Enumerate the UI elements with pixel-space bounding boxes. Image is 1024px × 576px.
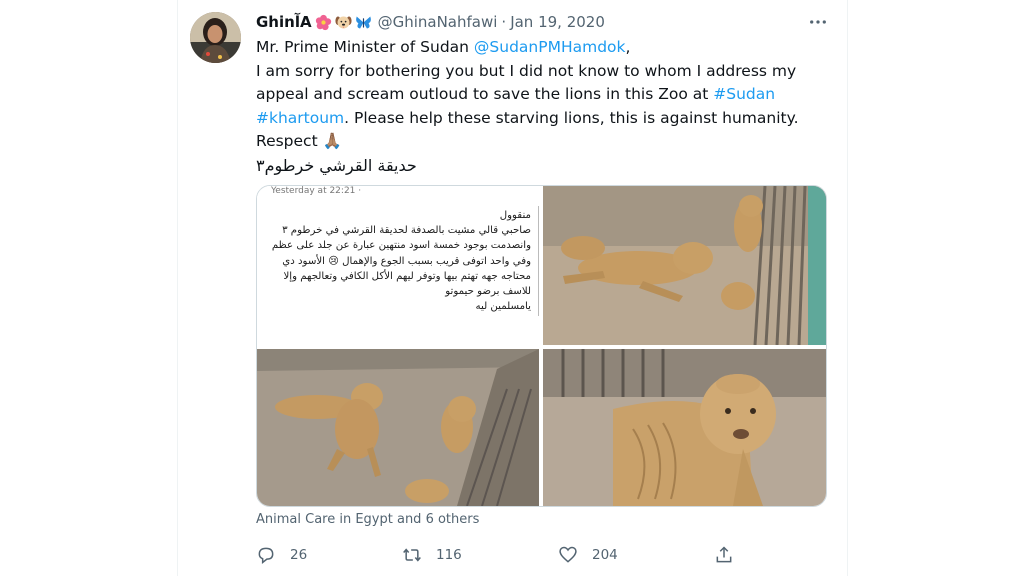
reply-icon [258, 547, 274, 565]
tweet-line-arabic: حديقة القرشي خرطوم٣ [256, 155, 417, 175]
post-line: وفي واحد اتوفى قريب بسبب الجوع والإهمال … [282, 255, 531, 267]
post-screenshot: Yesterday at 22:21 · منقوول صاحبي قالي م… [257, 186, 539, 345]
post-line: وانصدمت بوجود خمسة اسود منتهين عبارة عن … [271, 240, 531, 252]
like-button[interactable]: 204 [558, 540, 618, 570]
dog-face-icon [335, 14, 352, 31]
hashtag-sudan-link[interactable]: #Sudan [713, 85, 775, 103]
tweet-text-span: . Please help these starving lions, this… [344, 108, 799, 127]
hibiscus-icon [315, 14, 332, 31]
more-options-icon[interactable] [807, 12, 829, 32]
tweet-header: GhinآA @GhinaNahfawi · Jan 19, 2020 [256, 11, 605, 33]
media-grid: Yesterday at 22:21 · منقوول صاحبي قالي م… [256, 185, 827, 507]
post-line: محتاجه جهه تهتم بيها وتوفر ليهم الأكل ال… [283, 270, 531, 282]
tweet-line-5: Respect 🙏🏽 [256, 132, 342, 150]
author-name[interactable]: GhinآA [256, 13, 312, 31]
media-image-post-screenshot[interactable]: Yesterday at 22:21 · منقوول صاحبي قالي م… [257, 186, 539, 345]
media-tags-caption[interactable]: Animal Care in Egypt and 6 others [256, 512, 479, 527]
post-line: صاحبي قالي مشيت بالصدفة لحديقة القرشي في… [282, 225, 531, 237]
media-image-lion-closeup[interactable] [543, 349, 826, 506]
media-image-lions-lying[interactable] [543, 186, 826, 345]
post-text: منقوول صاحبي قالي مشيت بالصدفة لحديقة ال… [263, 208, 531, 314]
reply-button[interactable]: 26 [256, 540, 307, 570]
hashtag-khartoum-link[interactable]: #khartoum [256, 109, 344, 127]
heart-icon [559, 546, 577, 563]
mention-link[interactable]: @SudanPMHamdok [474, 38, 626, 56]
separator-dot: · [501, 13, 507, 31]
retweet-button[interactable]: 116 [402, 540, 462, 570]
retweet-icon [403, 548, 421, 562]
tweet-line-3: appeal and scream outloud to save the li… [256, 83, 816, 107]
post-line: يامسلمين ليه [475, 301, 531, 313]
post-line: منقوول [499, 210, 531, 221]
post-timestamp: Yesterday at 22:21 · [271, 186, 362, 196]
avatar[interactable] [190, 12, 241, 63]
tweet-text-span: Mr. Prime Minister of Sudan [256, 38, 474, 56]
retweet-count: 116 [436, 547, 462, 563]
media-image-lions-corner[interactable] [257, 349, 539, 506]
butterfly-icon [355, 14, 372, 31]
tweet-line-4: #khartoum. Please help these starving li… [256, 107, 816, 131]
tweet-text-span: , [625, 38, 631, 56]
tweet-line-2: I am sorry for bothering you but I did n… [256, 61, 797, 80]
share-button[interactable] [714, 540, 748, 570]
share-icon [716, 546, 732, 563]
post-scrollbar [538, 206, 539, 316]
author-handle[interactable]: @GhinaNahfawi [378, 13, 498, 31]
action-bar: 26 116 204 [256, 540, 776, 570]
tweet-line-1: Mr. Prime Minister of Sudan @SudanPMHamd… [256, 36, 816, 60]
tweet-text: Mr. Prime Minister of Sudan @SudanPMHamd… [256, 36, 816, 177]
post-line: للاسف برضو حيموتو [445, 286, 531, 298]
tweet-date[interactable]: Jan 19, 2020 [510, 13, 605, 31]
reply-count: 26 [290, 547, 308, 563]
tweet-text-span: appeal and scream outloud to save the li… [256, 85, 714, 103]
like-count: 204 [592, 547, 618, 563]
